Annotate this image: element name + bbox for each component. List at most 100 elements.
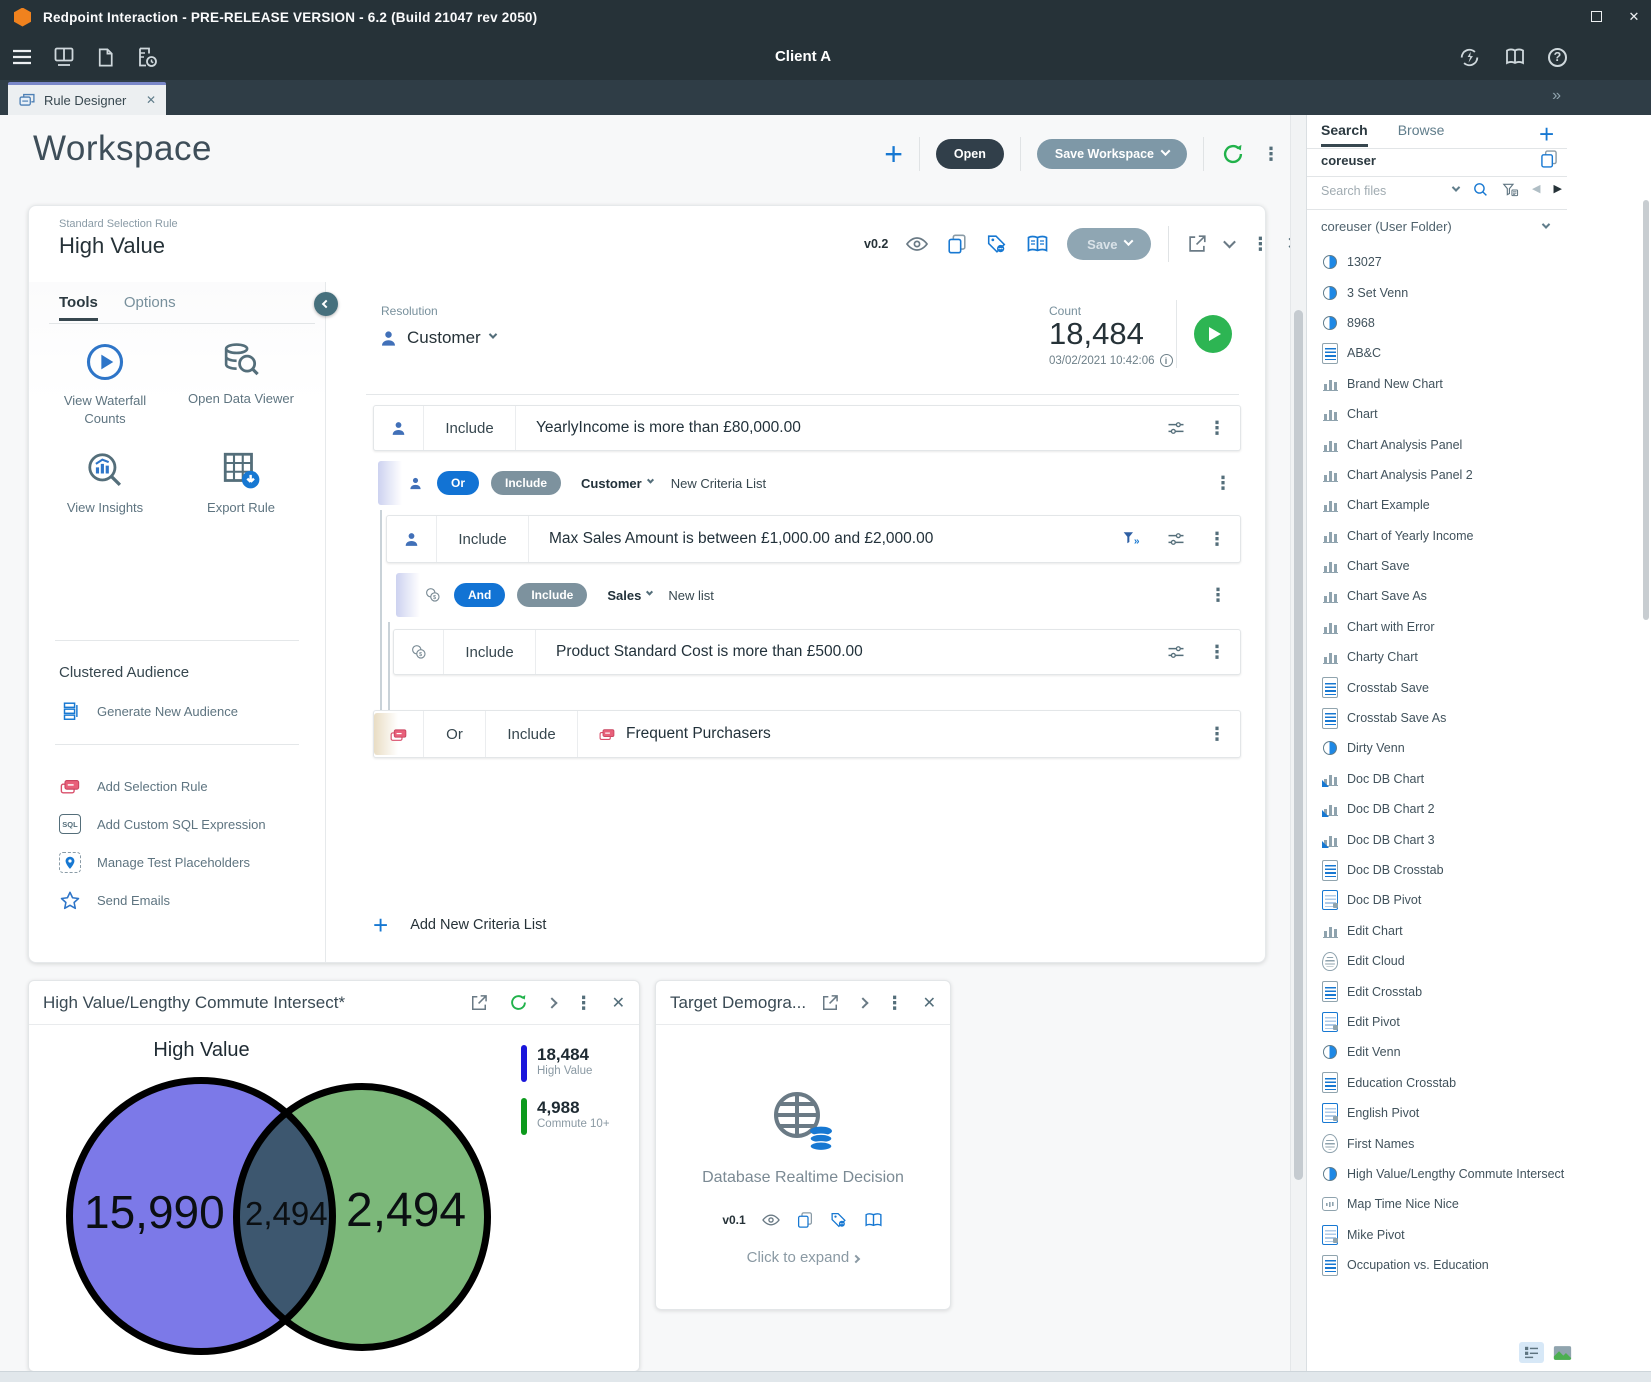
file-list-item[interactable]: Edit Venn bbox=[1307, 1037, 1567, 1067]
file-list-item[interactable]: Mike Pivot bbox=[1307, 1220, 1567, 1250]
generate-new-audience-button[interactable]: Generate New Audience bbox=[59, 700, 238, 722]
criteria-row-rule[interactable]: Include Max Sales Amount is between £1,0… bbox=[386, 515, 1241, 563]
criteria-row-audience[interactable]: Or Include Frequent Purchasers ⋮ bbox=[373, 710, 1241, 758]
criteria-row-rule[interactable]: $ Include Product Standard Cost is more … bbox=[393, 629, 1241, 675]
file-list-item[interactable]: Chart of Yearly Income bbox=[1307, 521, 1567, 551]
criteria-group-row[interactable]: $ And Include Sales New list ⋮ bbox=[396, 571, 1241, 619]
preview-eye-icon[interactable] bbox=[761, 1212, 781, 1228]
preview-eye-icon[interactable] bbox=[905, 234, 929, 254]
file-list-item[interactable]: Doc DB Chart bbox=[1307, 764, 1567, 794]
save-workspace-button[interactable]: Save Workspace bbox=[1036, 139, 1187, 169]
file-list-item[interactable]: Edit Cloud bbox=[1307, 946, 1567, 976]
row-menu-icon[interactable]: ⋮ bbox=[1209, 586, 1227, 604]
folder-copy-icon[interactable] bbox=[1539, 149, 1559, 169]
save-rule-button[interactable]: Save bbox=[1067, 228, 1152, 260]
close-panel-icon[interactable]: ✕ bbox=[923, 993, 936, 1013]
file-list-item[interactable]: Chart Example bbox=[1307, 490, 1567, 520]
search-icon[interactable] bbox=[1472, 181, 1489, 198]
file-list-item[interactable]: Chart Analysis Panel 2 bbox=[1307, 460, 1567, 490]
add-custom-sql-button[interactable]: SQL Add Custom SQL Expression bbox=[59, 814, 266, 834]
file-list-item[interactable]: Chart Save bbox=[1307, 551, 1567, 581]
file-list-item[interactable]: Charty Chart bbox=[1307, 642, 1567, 672]
file-list-item[interactable]: Crosstab Save bbox=[1307, 672, 1567, 702]
file-list-item[interactable]: Doc DB Chart 3 bbox=[1307, 824, 1567, 854]
documentation-book-icon[interactable] bbox=[1502, 45, 1528, 69]
row-menu-icon[interactable]: ⋮ bbox=[1208, 530, 1226, 548]
file-list-item[interactable]: Crosstab Save As bbox=[1307, 703, 1567, 733]
tag-icon[interactable] bbox=[829, 1211, 848, 1229]
collapse-rule-icon[interactable] bbox=[1223, 235, 1237, 253]
filter-list-icon[interactable] bbox=[1502, 182, 1519, 198]
file-list-item[interactable]: 3 Set Venn bbox=[1307, 277, 1567, 307]
operator-pill[interactable]: Include bbox=[491, 471, 562, 495]
search-input[interactable]: coreuser bbox=[1321, 153, 1376, 168]
file-list-item[interactable]: Chart Analysis Panel bbox=[1307, 429, 1567, 459]
file-list-item[interactable]: Chart with Error bbox=[1307, 612, 1567, 642]
file-list-item[interactable]: 8968 bbox=[1307, 308, 1567, 338]
chevron-down-icon[interactable] bbox=[1541, 220, 1551, 229]
file-list-item[interactable]: Edit Pivot bbox=[1307, 1007, 1567, 1037]
file-list-item[interactable]: Chart Save As bbox=[1307, 581, 1567, 611]
file-list-item[interactable]: Doc DB Pivot bbox=[1307, 885, 1567, 915]
file-list-item[interactable]: Map Time Nice Nice bbox=[1307, 1189, 1567, 1219]
view-insights-button[interactable]: View Insights bbox=[37, 449, 173, 517]
search-files-input[interactable]: Search files bbox=[1321, 184, 1386, 198]
list-view-icon[interactable] bbox=[1519, 1342, 1544, 1363]
book-icon[interactable] bbox=[863, 1211, 884, 1229]
close-panel-icon[interactable]: ✕ bbox=[612, 993, 625, 1013]
open-data-viewer-button[interactable]: Open Data Viewer bbox=[173, 340, 309, 427]
tag-icon[interactable] bbox=[985, 233, 1008, 255]
filter-forward-icon[interactable]: » bbox=[1122, 530, 1144, 548]
view-waterfall-counts-button[interactable]: View Waterfall Counts bbox=[37, 340, 173, 427]
sidebar-scrollbar[interactable] bbox=[1643, 115, 1650, 1371]
file-list-item[interactable]: AB&C bbox=[1307, 338, 1567, 368]
file-list-item[interactable]: 13027 bbox=[1307, 247, 1567, 277]
open-in-new-icon[interactable] bbox=[469, 993, 489, 1013]
tab-close-icon[interactable]: ✕ bbox=[146, 93, 156, 107]
sliders-icon[interactable] bbox=[1166, 529, 1186, 549]
chevron-right-icon[interactable] bbox=[856, 994, 869, 1012]
tab-browse[interactable]: Browse bbox=[1398, 122, 1445, 147]
file-list-item[interactable]: Occupation vs. Education bbox=[1307, 1250, 1567, 1280]
file-list-item[interactable]: Edit Crosstab bbox=[1307, 976, 1567, 1006]
file-list-item[interactable]: Dirty Venn bbox=[1307, 733, 1567, 763]
refresh-workspace-icon[interactable] bbox=[1220, 141, 1246, 167]
group-scope[interactable]: Sales bbox=[607, 588, 654, 603]
file-list-item[interactable]: Doc DB Chart 2 bbox=[1307, 794, 1567, 824]
tab-overflow-icon[interactable]: » bbox=[1552, 87, 1561, 105]
file-list-item[interactable]: High Value/Lengthy Commute Intersect bbox=[1307, 1159, 1567, 1189]
add-file-button[interactable]: + bbox=[1539, 119, 1554, 150]
workspace-menu-icon[interactable]: ⋮ bbox=[1262, 145, 1280, 163]
manage-test-placeholders-button[interactable]: Manage Test Placeholders bbox=[59, 852, 250, 873]
add-new-criteria-button[interactable]: + Add New Criteria List bbox=[373, 910, 546, 940]
rule-book-icon[interactable] bbox=[1025, 233, 1050, 255]
help-icon[interactable]: ? bbox=[1548, 47, 1567, 67]
tab-rule-designer[interactable]: Rule Designer ✕ bbox=[8, 82, 166, 115]
run-count-button[interactable] bbox=[1194, 315, 1232, 353]
tab-options[interactable]: Options bbox=[124, 294, 176, 321]
chevron-right-icon[interactable] bbox=[545, 994, 558, 1012]
export-rule-button[interactable]: Export Rule bbox=[173, 449, 309, 517]
open-in-new-icon[interactable] bbox=[820, 993, 840, 1013]
sliders-icon[interactable] bbox=[1166, 418, 1186, 438]
file-list-item[interactable]: English Pivot bbox=[1307, 1098, 1567, 1128]
file-list-item[interactable]: Edit Chart bbox=[1307, 916, 1567, 946]
criteria-group-row[interactable]: Or Include Customer New Criteria List ⋮ bbox=[378, 459, 1246, 507]
open-button[interactable]: Open bbox=[935, 139, 1004, 169]
criteria-row-rule[interactable]: Include YearlyIncome is more than £80,00… bbox=[373, 405, 1241, 451]
tab-search[interactable]: Search bbox=[1321, 122, 1368, 147]
conjunction-pill[interactable]: Or bbox=[437, 471, 480, 495]
file-list-item[interactable]: Education Crosstab bbox=[1307, 1068, 1567, 1098]
duplicate-icon[interactable] bbox=[946, 233, 968, 255]
rule-menu-icon[interactable]: ⋮ bbox=[1251, 235, 1269, 253]
duplicate-icon[interactable] bbox=[796, 1211, 814, 1229]
close-window-button[interactable]: ✕ bbox=[1627, 9, 1641, 25]
chevron-down-icon[interactable] bbox=[1451, 182, 1461, 192]
add-selection-rule-button[interactable]: Add Selection Rule bbox=[59, 776, 208, 796]
panel-menu-icon[interactable]: ⋮ bbox=[575, 994, 593, 1012]
file-list-item[interactable]: Doc DB Crosstab bbox=[1307, 855, 1567, 885]
resolution-select[interactable]: Customer bbox=[379, 328, 497, 348]
tab-tools[interactable]: Tools bbox=[59, 294, 98, 321]
refresh-icon[interactable] bbox=[508, 992, 529, 1013]
file-list-item[interactable]: Chart bbox=[1307, 399, 1567, 429]
